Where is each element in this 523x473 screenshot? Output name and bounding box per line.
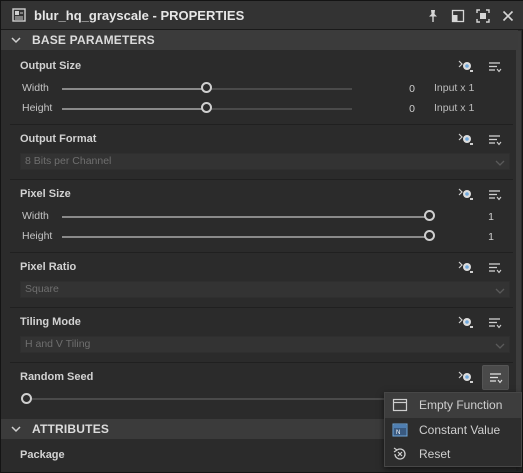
output-height-suffix: Input x 1 <box>434 102 475 114</box>
svg-text:N: N <box>396 430 400 436</box>
pixel-ratio-dropdown[interactable]: Square <box>20 281 510 298</box>
function-graph-icon[interactable] <box>458 59 474 73</box>
maximize-icon[interactable] <box>475 8 491 24</box>
section-label: ATTRIBUTES <box>32 422 110 436</box>
divider <box>10 124 513 125</box>
pixel-height-label: Height <box>22 230 53 242</box>
close-icon[interactable] <box>500 8 516 24</box>
chevron-down-icon <box>10 34 22 46</box>
function-graph-icon[interactable] <box>458 260 474 274</box>
pixel-height-value[interactable]: 1 <box>461 231 494 243</box>
output-height-label: Height <box>22 102 53 114</box>
pixel-height-track[interactable] <box>62 236 430 238</box>
output-format-value: 8 Bits per Channel <box>25 155 112 167</box>
menu-icon[interactable] <box>487 133 503 147</box>
output-format-label: Output Format <box>20 133 97 145</box>
menu-icon[interactable] <box>487 60 503 74</box>
pixel-width-handle[interactable] <box>424 210 435 221</box>
random-seed-label: Random Seed <box>20 371 94 383</box>
menu-icon[interactable] <box>487 261 503 275</box>
output-width-value[interactable]: 0 <box>381 83 415 95</box>
output-format-dropdown[interactable]: 8 Bits per Channel <box>20 153 510 170</box>
pixel-height-handle[interactable] <box>424 230 435 241</box>
divider <box>10 307 513 308</box>
reset-icon <box>392 447 408 461</box>
random-seed-track[interactable] <box>32 398 384 400</box>
pixel-width-track[interactable] <box>62 216 430 218</box>
context-menu: Empty Function N Constant Value Reset <box>384 392 522 467</box>
output-height-value[interactable]: 0 <box>381 103 415 115</box>
menu-item-label: Empty Function <box>419 398 503 413</box>
output-size-label: Output Size <box>20 60 82 72</box>
output-width-track-rest[interactable] <box>207 88 352 90</box>
output-width-label: Width <box>22 82 49 94</box>
empty-function-icon <box>392 398 408 412</box>
divider <box>10 362 513 363</box>
random-seed-handle[interactable] <box>21 393 32 404</box>
package-label: Package <box>20 449 65 461</box>
tiling-mode-dropdown[interactable]: H and V Tiling <box>20 336 510 353</box>
pixel-ratio-label: Pixel Ratio <box>20 261 77 273</box>
chevron-down-icon <box>495 340 505 349</box>
window-title: blur_hq_grayscale - PROPERTIES <box>34 7 245 23</box>
output-height-track[interactable] <box>62 108 207 110</box>
tiling-mode-value: H and V Tiling <box>25 338 91 350</box>
menu-icon[interactable] <box>487 188 503 202</box>
divider <box>10 252 513 253</box>
menu-icon[interactable] <box>482 365 509 390</box>
output-width-suffix: Input x 1 <box>434 82 475 94</box>
function-graph-icon[interactable] <box>458 187 474 201</box>
title-bar: blur_hq_grayscale - PROPERTIES <box>1 1 523 30</box>
function-graph-icon[interactable] <box>458 132 474 146</box>
function-graph-icon[interactable] <box>458 370 474 384</box>
pixel-ratio-value: Square <box>25 283 59 295</box>
function-graph-icon[interactable] <box>458 315 474 329</box>
pin-icon[interactable] <box>425 8 441 24</box>
menu-item-label: Reset <box>419 447 451 462</box>
menu-item-empty-function[interactable]: Empty Function <box>385 393 521 418</box>
menu-item-label: Constant Value <box>419 422 501 437</box>
menu-item-constant-value[interactable]: N Constant Value <box>385 418 521 443</box>
pixel-width-value[interactable]: 1 <box>461 211 494 223</box>
output-width-handle[interactable] <box>201 82 212 93</box>
app-icon <box>12 8 26 22</box>
section-base-parameters[interactable]: BASE PARAMETERS <box>1 30 518 50</box>
section-attributes[interactable]: ATTRIBUTES <box>1 419 384 439</box>
menu-icon[interactable] <box>487 316 503 330</box>
output-height-track-rest[interactable] <box>207 108 352 110</box>
chevron-down-icon <box>495 285 505 294</box>
divider <box>10 179 513 180</box>
constant-value-icon: N <box>392 423 408 437</box>
output-width-track[interactable] <box>62 88 207 90</box>
chevron-down-icon <box>10 423 22 435</box>
properties-panel: blur_hq_grayscale - PROPERTIES BASE PARA… <box>0 0 523 473</box>
menu-item-reset[interactable]: Reset <box>385 442 521 467</box>
scrollbar-thumb[interactable] <box>516 31 521 411</box>
pixel-width-label: Width <box>22 210 49 222</box>
chevron-down-icon <box>495 157 505 166</box>
section-label: BASE PARAMETERS <box>32 33 155 47</box>
window-icon[interactable] <box>450 8 466 24</box>
pixel-size-label: Pixel Size <box>20 188 71 200</box>
tiling-mode-label: Tiling Mode <box>20 316 81 328</box>
output-height-handle[interactable] <box>201 102 212 113</box>
